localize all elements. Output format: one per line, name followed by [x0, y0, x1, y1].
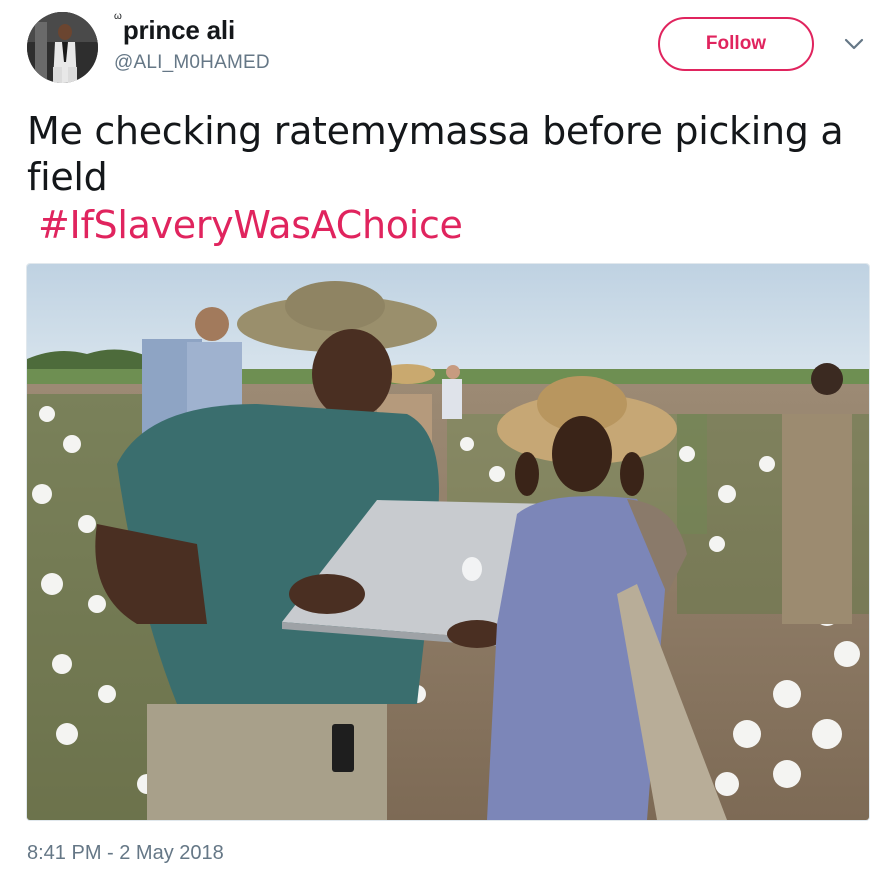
tweet-timestamp[interactable]: 8:41 PM - 2 May 2018 — [27, 842, 224, 865]
tweet-photo[interactable] — [26, 263, 870, 821]
avatar[interactable] — [27, 12, 98, 83]
photo-illustration — [27, 264, 869, 820]
tweet-text: Me checking ratemymassa before picking a… — [27, 109, 844, 199]
author-handle[interactable]: @ALI_M0HAMED — [114, 52, 270, 74]
name-decoration: ω — [114, 11, 122, 22]
author-name-row: ω prince ali — [114, 11, 270, 46]
avatar-image — [27, 12, 98, 83]
hashtag-link[interactable]: #IfSlaveryWasAChoice — [38, 202, 463, 248]
author-name[interactable]: prince ali — [123, 14, 235, 46]
chevron-down-icon[interactable] — [843, 36, 865, 52]
follow-button[interactable]: Follow — [658, 17, 814, 71]
author-info[interactable]: ω prince ali @ALI_M0HAMED — [114, 11, 270, 74]
